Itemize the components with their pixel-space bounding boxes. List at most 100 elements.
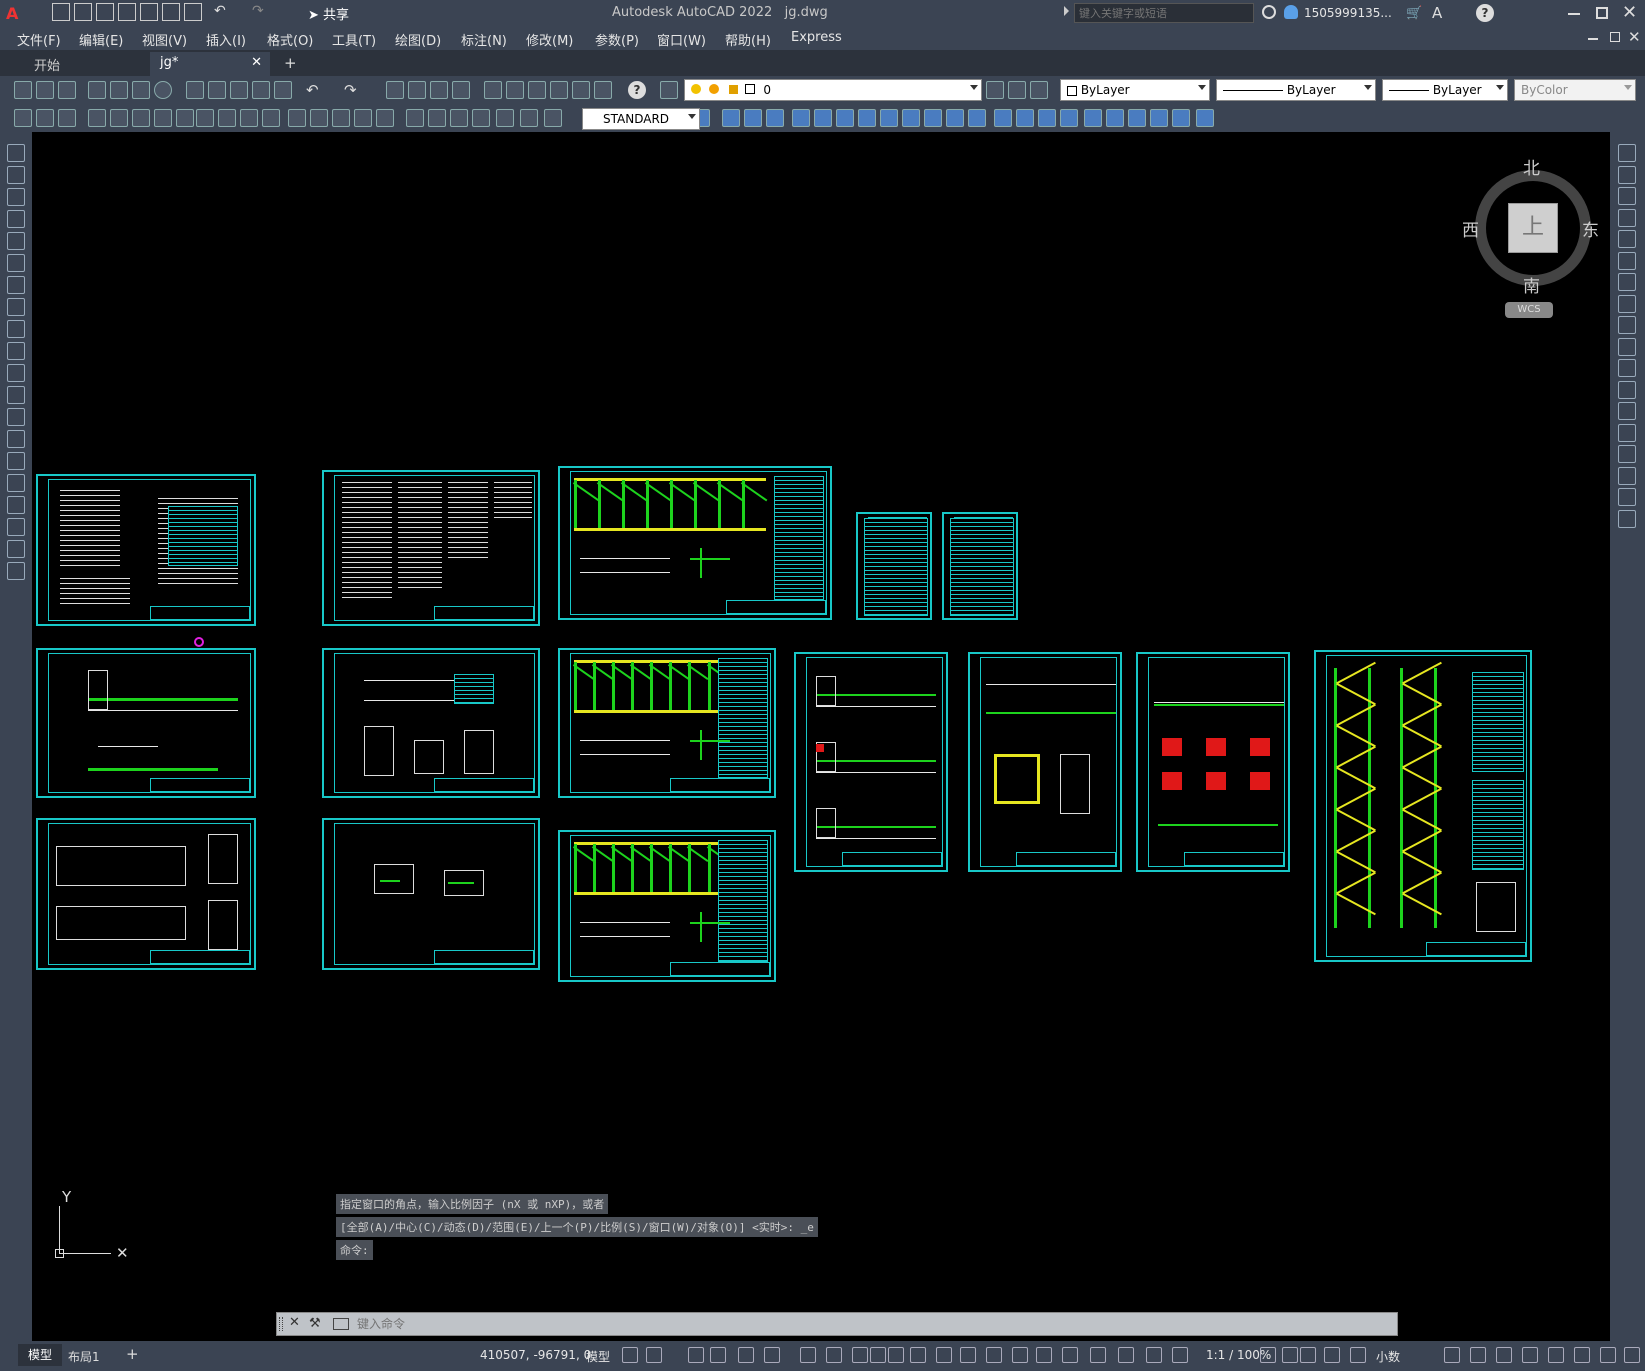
- status-toggle-icon[interactable]: [888, 1347, 904, 1363]
- menu-dimension[interactable]: 标注(N): [461, 30, 507, 49]
- circle-icon[interactable]: [7, 276, 25, 294]
- zoom-realtime-icon[interactable]: [408, 81, 426, 99]
- toolbar-tool-icon[interactable]: [1172, 109, 1190, 127]
- paste-icon[interactable]: [230, 81, 248, 99]
- copy-icon[interactable]: [1618, 165, 1636, 184]
- tab-start[interactable]: 开始: [24, 52, 144, 76]
- arc-icon[interactable]: [7, 254, 25, 272]
- command-recent-icon[interactable]: [333, 1318, 349, 1330]
- compass-west[interactable]: 西: [1462, 216, 1479, 241]
- drawing-sheet[interactable]: [322, 470, 540, 626]
- toolbar-tool-icon[interactable]: [994, 109, 1012, 127]
- units-label[interactable]: 小数: [1376, 1348, 1400, 1365]
- status-toggle-icon[interactable]: [1548, 1347, 1564, 1363]
- doc-restore-icon[interactable]: [1610, 32, 1620, 42]
- status-toggle-icon[interactable]: [738, 1347, 754, 1363]
- menu-view[interactable]: 视图(V): [142, 30, 187, 49]
- save-web-icon[interactable]: [162, 3, 180, 21]
- status-toggle-icon[interactable]: [1574, 1347, 1590, 1363]
- break-icon[interactable]: [1618, 402, 1636, 420]
- redo-icon[interactable]: ↷: [252, 3, 270, 21]
- offset-icon[interactable]: [1618, 208, 1636, 227]
- doc-close-icon[interactable]: ✕: [1628, 28, 1641, 46]
- viewcube-face[interactable]: 上: [1508, 203, 1558, 253]
- maximize-icon[interactable]: [1596, 7, 1608, 19]
- toolbar-tool-icon[interactable]: [472, 109, 490, 127]
- status-toggle-icon[interactable]: [1118, 1347, 1134, 1363]
- search-input[interactable]: [1074, 3, 1254, 23]
- drawing-area[interactable]: 上 北 南 西 东 WCS Y ✕ 指定窗口的角点，输入比例因子 (nX 或 n…: [32, 132, 1610, 1341]
- drawing-sheet[interactable]: [558, 466, 832, 620]
- tab-jg[interactable]: jg* ✕: [150, 52, 270, 76]
- drawing-sheet[interactable]: [794, 652, 948, 872]
- toolbar-tool-icon[interactable]: [450, 109, 468, 127]
- ellipse-arc-icon[interactable]: [7, 364, 25, 382]
- toolbar-tool-icon[interactable]: [354, 109, 372, 127]
- cut-icon[interactable]: [186, 81, 204, 99]
- command-close-icon[interactable]: ✕: [289, 1315, 300, 1330]
- toolbar-tool-icon[interactable]: [858, 109, 876, 127]
- toolbar-tool-icon[interactable]: [376, 109, 394, 127]
- status-toggle-icon[interactable]: [1090, 1347, 1106, 1363]
- add-layout-button[interactable]: +: [126, 1345, 139, 1363]
- tab-close-icon[interactable]: ✕: [251, 55, 262, 70]
- command-input[interactable]: [357, 1315, 1387, 1333]
- layer-previous-icon[interactable]: [1008, 81, 1026, 99]
- drawing-sheet[interactable]: [1314, 650, 1532, 962]
- toolbar-tool-icon[interactable]: [968, 109, 986, 127]
- new-tab-button[interactable]: +: [284, 54, 297, 72]
- status-toggle-icon[interactable]: [1036, 1347, 1052, 1363]
- app-menu-icon[interactable]: A: [6, 4, 24, 23]
- status-toggle-icon[interactable]: [1600, 1347, 1616, 1363]
- status-toggle-icon[interactable]: [710, 1347, 726, 1363]
- toolbar-tool-icon[interactable]: [1106, 109, 1124, 127]
- status-toggle-icon[interactable]: [1496, 1347, 1512, 1363]
- viewcube[interactable]: 上 北 南 西 东 WCS: [1462, 152, 1599, 318]
- toolbar-tool-icon[interactable]: [880, 109, 898, 127]
- status-toggle-icon[interactable]: [646, 1347, 662, 1363]
- match-prop-icon[interactable]: [252, 81, 270, 99]
- toolbar-tool-icon[interactable]: [766, 109, 784, 127]
- status-toggle-icon[interactable]: [960, 1347, 976, 1363]
- toolbar-tool-icon[interactable]: [836, 109, 854, 127]
- toolbar-tool-icon[interactable]: [176, 109, 194, 127]
- drawing-sheet[interactable]: [36, 648, 256, 798]
- toolbar-tool-icon[interactable]: [1196, 109, 1214, 127]
- text-icon[interactable]: [7, 540, 25, 558]
- toolbar-tool-icon[interactable]: [1038, 109, 1056, 127]
- plot-icon[interactable]: [184, 3, 202, 21]
- drawing-sheet[interactable]: [322, 648, 540, 798]
- break-point-icon[interactable]: [1618, 380, 1636, 399]
- mirror-icon[interactable]: [1618, 187, 1636, 205]
- preview-icon[interactable]: [110, 81, 128, 99]
- move-icon[interactable]: [1618, 251, 1636, 270]
- rectangle-icon[interactable]: [7, 232, 25, 250]
- erase-icon[interactable]: [1618, 144, 1636, 162]
- menu-draw[interactable]: 绘图(D): [395, 30, 441, 49]
- color-dropdown[interactable]: ByLayer: [1060, 79, 1210, 101]
- status-toggle-icon[interactable]: [936, 1347, 952, 1363]
- user-icon[interactable]: [1284, 5, 1298, 19]
- drawing-sheet[interactable]: [558, 830, 776, 982]
- gradient-icon[interactable]: [7, 474, 25, 492]
- model-space-label[interactable]: 模型: [586, 1348, 610, 1365]
- status-toggle-icon[interactable]: [1444, 1347, 1460, 1363]
- wcs-button[interactable]: WCS: [1505, 302, 1553, 318]
- minimize-icon[interactable]: [1568, 13, 1580, 15]
- toolbar-tool-icon[interactable]: [544, 109, 562, 127]
- point-icon[interactable]: [7, 430, 25, 448]
- status-toggle-icon[interactable]: [1624, 1347, 1640, 1363]
- toolbar-tool-icon[interactable]: [58, 109, 76, 127]
- status-toggle-icon[interactable]: [910, 1347, 926, 1363]
- layer-state-icon[interactable]: [1030, 81, 1048, 99]
- share-button[interactable]: ➤ 共享: [308, 4, 349, 23]
- toolbar-tool-icon[interactable]: [14, 109, 32, 127]
- toolbar-tool-icon[interactable]: [262, 109, 280, 127]
- join-icon[interactable]: [1618, 423, 1636, 442]
- status-toggle-icon[interactable]: [826, 1347, 842, 1363]
- doc-minimize-icon[interactable]: [1588, 38, 1598, 40]
- plot-icon[interactable]: [88, 81, 106, 99]
- text-style-dropdown[interactable]: STANDARD: [582, 108, 700, 130]
- toolbar-tool-icon[interactable]: [1128, 109, 1146, 127]
- help-icon[interactable]: ?: [1476, 4, 1494, 22]
